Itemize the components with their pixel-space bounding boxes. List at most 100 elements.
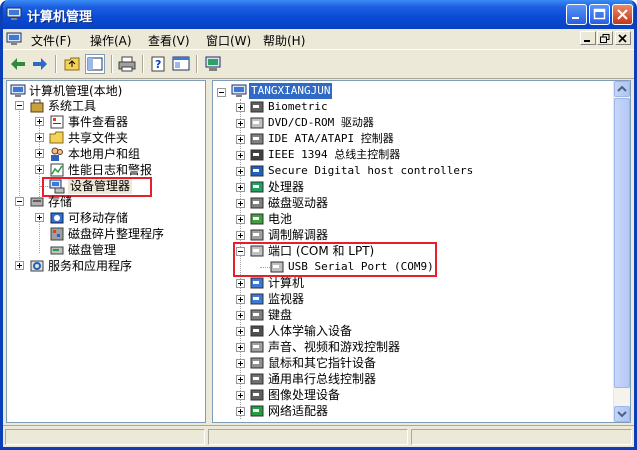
scan-hardware-icon[interactable] xyxy=(203,54,223,74)
highlight-box-ports xyxy=(233,242,437,277)
restore-icon xyxy=(600,34,610,43)
toolbar: ? xyxy=(3,49,634,79)
expand-toggle[interactable] xyxy=(35,117,44,126)
arrow-up-icon xyxy=(617,85,627,92)
maximize-icon xyxy=(593,8,606,20)
console-tree-pane[interactable]: 计算机管理(本地) 系统工具 事件查看器 共享文件夹 本地用户和组 性能日志和警… xyxy=(6,80,206,423)
device-label: 网络适配器 xyxy=(268,404,329,418)
event-viewer-icon xyxy=(50,115,64,129)
properties-icon[interactable] xyxy=(171,54,191,74)
menu-bar: 文件(F) 操作(A) 查看(V) 窗口(W) 帮助(H) xyxy=(3,29,634,49)
menu-help[interactable]: 帮助(H) xyxy=(263,32,305,49)
mdi-restore-button[interactable] xyxy=(597,31,613,45)
expand-toggle[interactable] xyxy=(236,215,245,224)
tree-node-root[interactable]: 计算机管理(本地) xyxy=(10,83,200,99)
defrag-icon xyxy=(50,227,64,241)
expand-toggle[interactable] xyxy=(236,199,245,208)
processor-icon xyxy=(250,181,264,193)
back-arrow-icon[interactable] xyxy=(8,54,28,74)
modem-icon xyxy=(250,229,264,241)
tree-node-label: 系统工具 xyxy=(48,99,97,113)
expand-toggle[interactable] xyxy=(236,231,245,240)
monitor-icon xyxy=(250,293,264,305)
collapse-toggle[interactable] xyxy=(217,88,226,97)
up-folder-icon[interactable] xyxy=(63,54,83,74)
expand-toggle[interactable] xyxy=(236,343,245,352)
vertical-scrollbar[interactable] xyxy=(613,81,630,422)
expand-toggle[interactable] xyxy=(236,135,245,144)
toolbar-separator xyxy=(142,55,144,73)
toolbar-separator xyxy=(55,55,57,73)
menu-action[interactable]: 操作(A) xyxy=(90,32,132,49)
scroll-down-button[interactable] xyxy=(614,406,630,422)
expand-toggle[interactable] xyxy=(35,165,44,174)
expand-toggle[interactable] xyxy=(236,407,245,416)
expand-toggle[interactable] xyxy=(236,183,245,192)
dvd-drive-icon xyxy=(250,117,264,129)
expand-toggle[interactable] xyxy=(35,149,44,158)
device-tree-pane[interactable]: TANGXIANGJUN Biometric DVD/CD-ROM 驱动器 IDE … xyxy=(212,80,631,423)
device-label: 计算机 xyxy=(268,276,305,290)
mouse-icon xyxy=(250,357,264,369)
services-icon xyxy=(30,260,44,272)
performance-icon xyxy=(50,163,64,177)
expand-toggle[interactable] xyxy=(236,391,245,400)
expand-toggle[interactable] xyxy=(35,213,44,222)
scroll-thumb[interactable] xyxy=(614,98,630,388)
storage-icon xyxy=(30,197,44,207)
close-button[interactable] xyxy=(612,4,633,25)
status-bar xyxy=(3,425,634,447)
menu-view[interactable]: 查看(V) xyxy=(148,32,190,49)
expand-toggle[interactable] xyxy=(15,261,24,270)
tree-node-label: 磁盘碎片整理程序 xyxy=(68,227,165,241)
biometric-icon xyxy=(250,101,264,113)
expand-toggle[interactable] xyxy=(236,167,245,176)
imaging-device-icon xyxy=(250,389,264,401)
toolbar-separator xyxy=(196,55,198,73)
device-root-label: TANGXIANGJUN xyxy=(249,83,333,99)
status-cell xyxy=(5,429,205,445)
collapse-toggle[interactable] xyxy=(15,101,24,110)
device-label: 磁盘驱动器 xyxy=(268,196,329,210)
tree-node-label: 可移动存储 xyxy=(68,211,129,225)
forward-arrow-icon[interactable] xyxy=(30,54,50,74)
menu-file[interactable]: 文件(F) xyxy=(31,32,71,49)
print-icon[interactable] xyxy=(117,54,137,74)
tree-node-label: 本地用户和组 xyxy=(68,147,141,161)
tree-node-label: 事件查看器 xyxy=(68,115,129,129)
disk-management-icon xyxy=(50,246,64,255)
expand-toggle[interactable] xyxy=(35,133,44,142)
expand-toggle[interactable] xyxy=(236,359,245,368)
expand-toggle[interactable] xyxy=(236,311,245,320)
tools-icon xyxy=(30,99,44,113)
expand-toggle[interactable] xyxy=(236,279,245,288)
title-bar[interactable]: 计算机管理 xyxy=(3,0,634,29)
tree-node-label: 性能日志和警报 xyxy=(68,163,153,177)
ieee1394-icon xyxy=(250,149,264,161)
menu-window[interactable]: 窗口(W) xyxy=(206,32,251,49)
window-title: 计算机管理 xyxy=(27,10,93,25)
mdi-minimize-button[interactable] xyxy=(580,31,596,45)
scroll-up-button[interactable] xyxy=(614,81,630,97)
tree-node-label: 存储 xyxy=(48,195,73,209)
tree-node-label: 共享文件夹 xyxy=(68,131,129,145)
computer-management-icon[interactable] xyxy=(6,31,22,47)
maximize-button[interactable] xyxy=(589,4,610,25)
expand-toggle[interactable] xyxy=(236,103,245,112)
expand-toggle[interactable] xyxy=(236,295,245,304)
expand-toggle[interactable] xyxy=(236,151,245,160)
minimize-button[interactable] xyxy=(566,4,587,25)
sound-icon xyxy=(250,341,264,353)
expand-toggle[interactable] xyxy=(236,327,245,336)
help-icon[interactable]: ? xyxy=(149,54,169,74)
show-hide-tree-button[interactable] xyxy=(85,54,105,74)
tree-line xyxy=(19,101,21,266)
expand-toggle[interactable] xyxy=(236,375,245,384)
expand-toggle[interactable] xyxy=(236,119,245,128)
shared-folder-icon xyxy=(49,131,64,144)
status-cell xyxy=(411,429,632,445)
collapse-toggle[interactable] xyxy=(15,197,24,206)
mdi-close-button[interactable] xyxy=(615,31,631,45)
tree-node-label: 计算机管理(本地) xyxy=(29,84,123,98)
device-label: 电池 xyxy=(268,212,293,226)
